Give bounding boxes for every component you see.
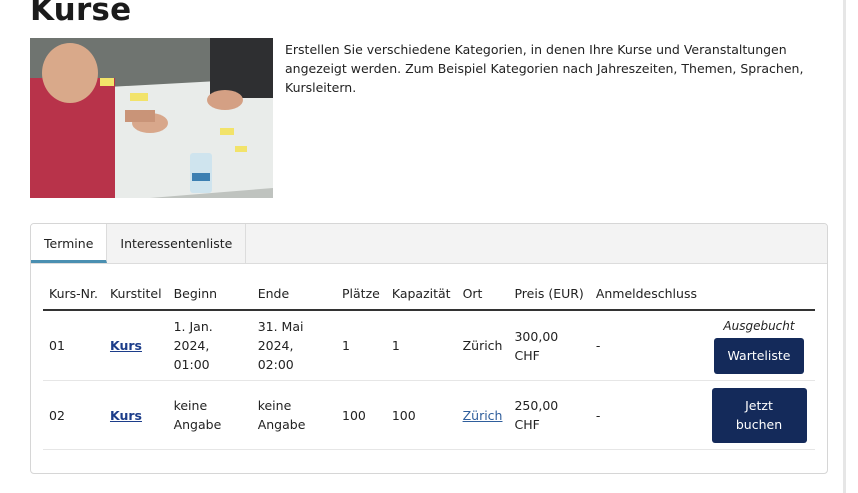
cell-title: Kurs [103, 380, 168, 450]
price-amount: 250,00 [514, 398, 559, 413]
cell-places: 100 [336, 380, 386, 450]
table-row: 01 Kurs 1. Jan. 2024, 01:00 31. Mai 2024… [43, 310, 815, 381]
header-kurs-nr: Kurs-Nr. [43, 276, 104, 311]
waitlist-button[interactable]: Warteliste [714, 338, 804, 374]
cell-action: Jetzt buchen [703, 380, 815, 450]
course-title-link[interactable]: Kurs [110, 338, 142, 353]
end-time: 02:00 [257, 357, 294, 372]
table-row: 02 Kurs keine Angabe keine Angabe 100 10… [43, 380, 815, 450]
cell-nr: 01 [43, 310, 104, 381]
header-ende: Ende [251, 276, 337, 311]
end-date: 31. Mai 2024, [257, 319, 304, 353]
cell-capacity: 100 [385, 380, 457, 450]
location-link[interactable]: Zürich [463, 408, 503, 423]
course-table: Kurs-Nr. Kurstitel Beginn Ende Plätze Ka… [43, 276, 815, 450]
status-badge: Ausgebucht [723, 319, 795, 333]
cell-capacity: 1 [385, 310, 457, 381]
header-plaetze: Plätze [336, 276, 386, 311]
tab-termine[interactable]: Termine [31, 224, 108, 263]
cell-location: Zürich [456, 310, 509, 381]
header-actions [703, 276, 815, 311]
header-kurstitel: Kurstitel [103, 276, 168, 311]
course-panel: Termine Interessentenliste Kurs-Nr. Kurs… [30, 223, 828, 474]
cell-price: 250,00 CHF [508, 380, 590, 450]
cell-deadline: - [589, 380, 703, 450]
tab-bar: Termine Interessentenliste [31, 224, 827, 264]
cell-action: Ausgebucht Warteliste [703, 310, 815, 381]
header-beginn: Beginn [167, 276, 252, 311]
table-header-row: Kurs-Nr. Kurstitel Beginn Ende Plätze Ka… [43, 276, 815, 311]
price-amount: 300,00 [514, 328, 559, 344]
tab-interessentenliste[interactable]: Interessentenliste [107, 224, 247, 263]
cell-nr: 02 [43, 380, 104, 450]
header-kapazitaet: Kapazität [385, 276, 457, 311]
header-ort: Ort [456, 276, 509, 311]
book-now-button[interactable]: Jetzt buchen [711, 387, 807, 443]
scrollbar[interactable] [843, 0, 846, 493]
begin-time: 01:00 [173, 357, 210, 372]
begin-date: 1. Jan. 2024, [173, 319, 213, 353]
price-currency: CHF [514, 347, 540, 363]
course-title-link[interactable]: Kurs [110, 408, 142, 423]
header-anmeldeschluss: Anmeldeschluss [589, 276, 703, 311]
cell-places: 1 [336, 310, 386, 381]
cell-title: Kurs [103, 310, 168, 381]
cell-end: 31. Mai 2024, 02:00 [251, 310, 337, 381]
cell-deadline: - [589, 310, 703, 381]
cell-location: Zürich [456, 380, 509, 450]
cell-begin: keine Angabe [167, 380, 252, 450]
course-category-image [30, 38, 273, 198]
cell-price: 300,00 CHF [508, 310, 590, 381]
book-label-line1: Jetzt [745, 398, 773, 413]
cell-begin: 1. Jan. 2024, 01:00 [167, 310, 252, 381]
header-preis: Preis (EUR) [508, 276, 590, 311]
price-currency: CHF [514, 417, 540, 432]
intro-text: Erstellen Sie verschiedene Kategorien, i… [285, 42, 804, 95]
page-title: Kurse [30, 0, 132, 28]
cell-end: keine Angabe [251, 380, 337, 450]
book-label-line2: buchen [735, 417, 783, 432]
